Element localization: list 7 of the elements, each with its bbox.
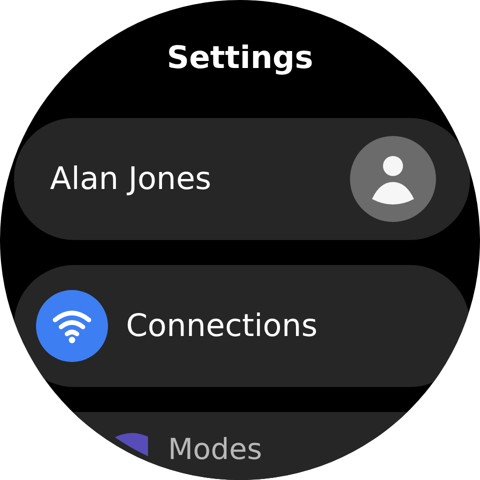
item-label: Modes <box>168 435 262 464</box>
profile-name: Alan Jones <box>50 161 212 197</box>
screen-title: Settings <box>166 39 314 78</box>
settings-item[interactable]: Alan Jones <box>14 118 470 240</box>
avatar-icon <box>350 136 436 222</box>
settings-item[interactable]: Connections <box>14 265 470 387</box>
item-label: Connections <box>126 308 318 344</box>
